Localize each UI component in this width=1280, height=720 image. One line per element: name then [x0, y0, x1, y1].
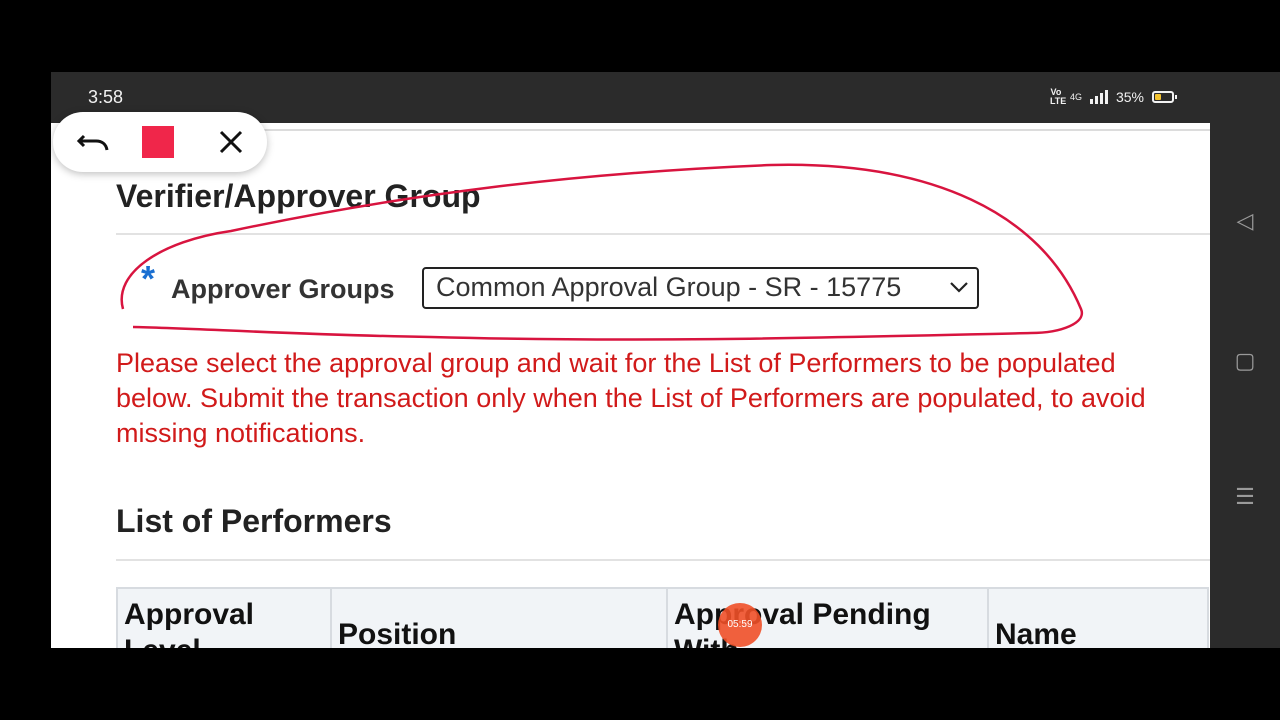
stop-button[interactable] [128, 112, 188, 172]
chevron-down-icon [950, 282, 968, 293]
volte-icon: Vo LTE [1049, 87, 1067, 106]
close-icon [219, 130, 243, 154]
annotation-toolbar [53, 112, 267, 172]
column-header-name: Name [987, 587, 1209, 648]
column-header-approval-pending-with: Approval Pending With [666, 587, 989, 648]
back-nav-icon[interactable]: ◁ [1210, 208, 1280, 234]
approver-groups-value: Common Approval Group - SR - 15775 [436, 272, 902, 302]
performers-title: List of Performers [116, 503, 392, 539]
divider [116, 233, 1210, 235]
battery-percent: 35% [1115, 89, 1144, 105]
signal-icon [1089, 90, 1108, 104]
divider [116, 559, 1210, 561]
warning-message: Please select the approval group and wai… [116, 348, 1146, 448]
column-header-position: Position [330, 587, 668, 648]
status-time: 3:58 [88, 87, 124, 107]
undo-icon [76, 134, 109, 151]
approver-groups-label: Approver Groups [171, 274, 395, 304]
required-marker: * [141, 258, 156, 299]
network-label: 4G [1069, 92, 1082, 102]
stop-icon [142, 126, 174, 158]
table-header-row: Approval Level Position Approval Pending… [116, 587, 1209, 648]
home-nav-icon[interactable]: ▢ [1210, 348, 1280, 374]
recents-nav-icon[interactable]: ☰ [1210, 484, 1280, 510]
page-content: Verifier/Approver Group * Approver Group… [51, 123, 1210, 648]
status-icons: Vo LTE 4G 35% [1049, 87, 1177, 106]
navigation-bar: ◁ ▢ ☰ [1210, 72, 1280, 648]
phone-screen: 3:58 Vo LTE 4G 35% ◁ ▢ ☰ Verifier/Approve… [51, 72, 1280, 648]
section-title: Verifier/Approver Group [116, 178, 481, 214]
column-header-approval-level: Approval Level [116, 587, 332, 648]
recording-timer: 05:59 [718, 603, 762, 647]
close-button[interactable] [201, 112, 261, 172]
undo-button[interactable] [63, 112, 123, 172]
battery-icon [1152, 91, 1177, 103]
performers-table: Approval Level Position Approval Pending… [116, 587, 1209, 648]
approver-groups-select[interactable]: Common Approval Group - SR - 15775 [422, 267, 979, 309]
